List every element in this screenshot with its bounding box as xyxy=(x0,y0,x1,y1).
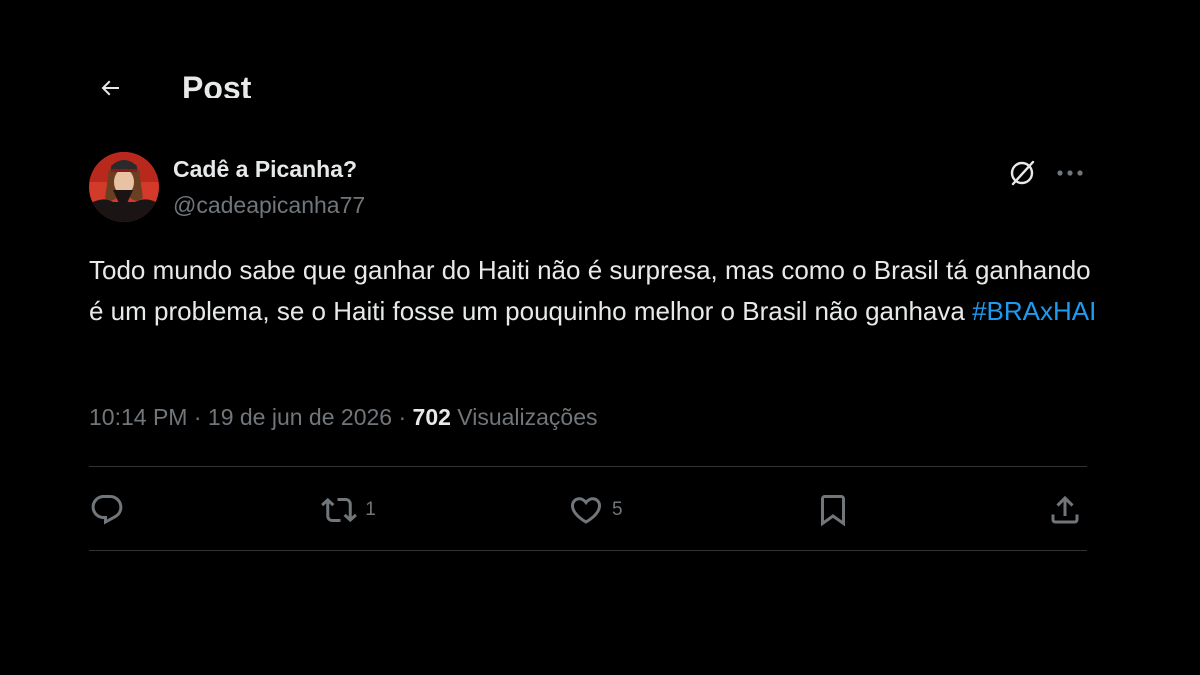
tweet-meta: 10:14 PM · 19 de jun de 2026 · 702 Visua… xyxy=(89,404,598,431)
page-title: Post xyxy=(182,69,252,99)
views-label: Visualizações xyxy=(457,404,598,430)
tweet-text-body: Todo mundo sabe que ganhar do Haiti não … xyxy=(89,255,1091,326)
repost-icon xyxy=(321,492,358,528)
hashtag-link[interactable]: #BRAxHAI xyxy=(972,296,1096,326)
reply-icon xyxy=(89,492,125,528)
grok-icon[interactable] xyxy=(1002,153,1042,193)
divider-bottom xyxy=(89,550,1087,551)
views-count: 702 xyxy=(412,404,451,430)
top-header: Post xyxy=(90,60,490,98)
bookmark-icon xyxy=(815,492,851,528)
tweet-text: Todo mundo sabe que ganhar do Haiti não … xyxy=(89,250,1099,332)
more-icon[interactable] xyxy=(1050,153,1090,193)
back-arrow-icon[interactable] xyxy=(90,68,130,98)
like-button[interactable]: 5 xyxy=(568,492,623,528)
share-button[interactable] xyxy=(1047,492,1087,528)
author-name[interactable]: Cadê a Picanha? xyxy=(173,156,357,183)
heart-icon xyxy=(568,492,604,528)
bookmark-button[interactable] xyxy=(815,492,855,528)
tweet-time[interactable]: 10:14 PM xyxy=(89,404,187,430)
share-icon xyxy=(1047,492,1083,528)
like-count: 5 xyxy=(611,499,623,520)
reply-button[interactable] xyxy=(89,492,129,528)
divider-top xyxy=(89,466,1087,467)
meta-separator: · xyxy=(398,404,407,430)
header-row: Post xyxy=(90,68,251,98)
tweet-date[interactable]: 19 de jun de 2026 xyxy=(208,404,392,430)
repost-count: 1 xyxy=(365,499,376,520)
action-bar: 1 5 xyxy=(89,485,1087,535)
avatar[interactable] xyxy=(89,152,159,222)
repost-button[interactable]: 1 xyxy=(321,492,376,528)
author-handle[interactable]: @cadeapicanha77 xyxy=(173,192,365,219)
meta-separator: · xyxy=(193,404,202,430)
